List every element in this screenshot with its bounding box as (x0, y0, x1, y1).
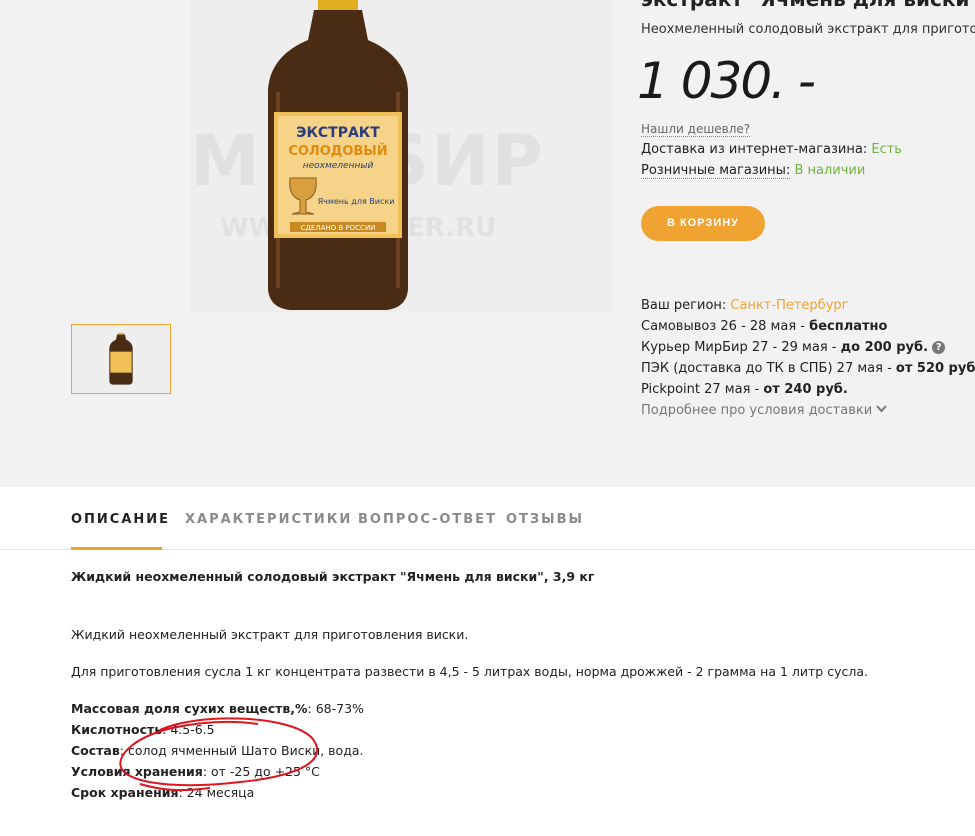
spec-separator: : (178, 785, 187, 800)
spec-separator: : (307, 701, 316, 716)
courier-row: Курьер МирБир 27 - 29 мая - до 200 руб. … (641, 340, 946, 355)
pek-text: ПЭК (доставка до ТК в СПБ) 27 мая - (641, 361, 896, 376)
spec-storage-conditions: Условия хранения: от -25 до +25 °С (71, 764, 320, 779)
retail-label[interactable]: Розничные магазины: (641, 163, 791, 179)
pickpoint-row: Pickpoint 27 мая - от 240 руб. (641, 382, 848, 397)
found-cheaper-label: Нашли дешевле? (641, 122, 751, 137)
spec-value: 68-73% (315, 701, 364, 716)
product-top-area: МИРБИР WWW.MIRBEER.RU ЭКСТРАКТ СОЛОДОВЫЙ… (0, 0, 975, 487)
spec-label: Состав (71, 743, 120, 758)
pickup-row: Самовывоз 26 - 28 мая - бесплатно (641, 319, 887, 334)
pek-row: ПЭК (доставка до ТК в СПБ) 27 мая - от 5… (641, 361, 975, 376)
delivery-row: Доставка из интернет-магазина: Есть (641, 142, 902, 157)
tab-qa[interactable]: ВОПРОС-ОТВЕТ (358, 512, 497, 527)
label-line3: неохмеленный (303, 161, 374, 171)
product-subtitle: Неохмеленный солодовый экстракт для приг… (641, 22, 975, 37)
chevron-down-icon (876, 405, 888, 413)
tab-description[interactable]: ОПИСАНИЕ (71, 512, 170, 527)
pickup-text: Самовывоз 26 - 28 мая - (641, 319, 810, 334)
found-cheaper-link[interactable]: Нашли дешевле? (641, 122, 751, 137)
spec-acidity: Кислотность: 4.5-6.5 (71, 722, 215, 737)
label-line4: Ячмень для Виски (318, 197, 395, 206)
courier-text: Курьер МирБир 27 - 29 мая - (641, 340, 841, 355)
active-tab-indicator (71, 547, 162, 550)
spec-label: Массовая доля сухих веществ,% (71, 701, 308, 716)
description-heading: Жидкий неохмеленный солодовый экстракт "… (71, 569, 595, 584)
add-to-cart-button[interactable]: В КОРЗИНУ (641, 206, 765, 241)
spec-separator: : (202, 764, 212, 779)
label-line5: СДЕЛАНО В РОССИИ (301, 224, 376, 232)
spec-separator: : (119, 743, 128, 758)
pickpoint-text: Pickpoint 27 мая - (641, 382, 764, 397)
spec-label: Условия хранения (71, 764, 203, 779)
bottle-image: ЭКСТРАКТ СОЛОДОВЫЙ неохмеленный Ячмень д… (268, 0, 408, 310)
product-tabs: ОПИСАНИЕ ХАРАКТЕРИСТИКИ ВОПРОС-ОТВЕТ ОТЗ… (0, 487, 975, 550)
product-title: экстракт "Ячмень для виски" (641, 0, 975, 11)
courier-price: до 200 руб. (840, 340, 929, 355)
delivery-details-link[interactable]: Подробнее про условия доставки (641, 403, 888, 418)
spec-shelf-life: Срок хранения: 24 месяца (71, 785, 254, 800)
spec-label: Срок хранения (71, 785, 179, 800)
product-thumbnail[interactable] (71, 324, 171, 394)
description-paragraph-2: Для приготовления сусла 1 кг концентрата… (71, 664, 868, 679)
pickpoint-price: от 240 руб. (763, 382, 848, 397)
pek-price: от 520 руб. (895, 361, 975, 376)
delivery-value: Есть (871, 142, 902, 157)
retail-value: В наличии (794, 163, 866, 178)
delivery-details-label: Подробнее про условия доставки (641, 403, 873, 418)
spec-label: Кислотность (71, 722, 163, 737)
product-price: 1 030. - (637, 52, 816, 110)
label-line2: СОЛОДОВЫЙ (288, 143, 387, 159)
tab-reviews[interactable]: ОТЗЫВЫ (506, 512, 584, 527)
pickup-price: бесплатно (809, 319, 888, 334)
delivery-label: Доставка из интернет-магазина: (641, 142, 868, 157)
question-icon[interactable]: ? (932, 341, 946, 354)
spec-value: от -25 до +25 °С (211, 764, 320, 779)
spec-value: солод ячменный Шато Виски, вода. (127, 743, 364, 758)
region-selector[interactable]: Санкт-Петербург (730, 298, 848, 313)
product-main-image[interactable]: МИРБИР WWW.MIRBEER.RU ЭКСТРАКТ СОЛОДОВЫЙ… (190, 0, 612, 312)
spec-dry-matter: Массовая доля сухих веществ,%: 68-73% (71, 701, 364, 716)
description-paragraph-1: Жидкий неохмеленный экстракт для пригото… (71, 627, 469, 642)
spec-composition: Состав: солод ячменный Шато Виски, вода. (71, 743, 363, 758)
region-row: Ваш регион: Санкт-Петербург (641, 298, 848, 313)
region-label: Ваш регион: (641, 298, 727, 313)
tab-characteristics[interactable]: ХАРАКТЕРИСТИКИ (185, 512, 352, 527)
spec-value: 24 месяца (186, 785, 255, 800)
retail-row: Розничные магазины: В наличии (641, 163, 866, 179)
label-line1: ЭКСТРАКТ (296, 125, 380, 141)
spec-value: 4.5-6.5 (170, 722, 215, 737)
thumbnail-bottle-image (109, 333, 133, 385)
